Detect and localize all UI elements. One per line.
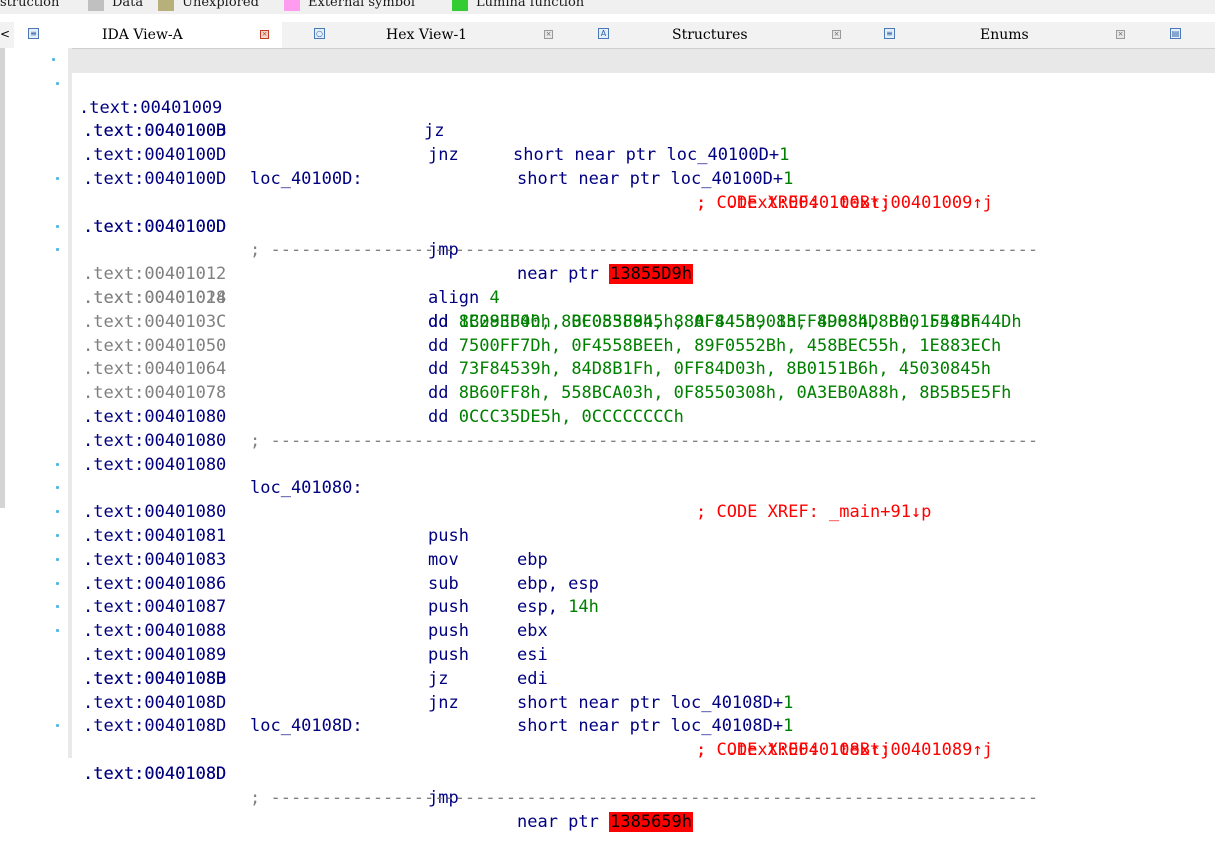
legend-data-label: Data — [112, 0, 144, 10]
listing-row[interactable]: .text:00401083 sub esp, 14h — [56, 501, 1215, 617]
listing-row[interactable]: .text:0040100D — [72, 97, 1215, 141]
tab-enums[interactable]: ≡ Enums × — [874, 22, 1144, 48]
legend-instruction-label: struction — [0, 0, 60, 10]
listing-row[interactable]: .text:00401089 jz short near ptr loc_401… — [56, 596, 1215, 713]
listing-row[interactable]: .text:00401050 dd 73F84539h, 84D8B1Fh, 0… — [72, 311, 1215, 380]
tab-label: IDA View-A — [102, 27, 183, 43]
listing-row[interactable]: .text:0040108D — [72, 644, 1215, 689]
listing-row[interactable]: .text:00401087 push esi — [56, 549, 1215, 665]
tab-ida-view-a[interactable]: ≡ IDA View-A × — [14, 22, 282, 48]
breakpoint-dot — [52, 58, 55, 61]
legend-lumina-label: Lumina function — [476, 0, 585, 10]
listing-row[interactable]: .text:0040100D loc_40100D: ; CODE XREF: … — [72, 120, 1215, 213]
legend-unexplored-swatch — [158, 0, 174, 11]
listing-row[interactable]: .text:00401014 dd 8B09EB00h, 0C083F845h,… — [56, 239, 1215, 332]
breakpoint-dot — [56, 557, 59, 561]
listing-row[interactable]: .text:00401088 push edi — [56, 573, 1215, 689]
imports-icon: ▤ — [1170, 28, 1181, 39]
breakpoint-dot — [56, 629, 59, 633]
ida-view-icon: ≡ — [28, 28, 39, 39]
listing-row[interactable]: .text:00401009 jz short near ptr loc_401… — [52, 49, 1215, 165]
listing-row[interactable]: .text:00401028 dd 1C283F4h, 8BF05589h, 8… — [72, 263, 1215, 332]
listing-row[interactable]: .text:0040100D ; .text:0040100B↑j — [72, 144, 1215, 213]
tab-scroll-left-icon[interactable]: < — [0, 22, 10, 48]
operand-text: near ptr — [517, 811, 610, 832]
legend-external-label: External symbol — [308, 0, 416, 10]
breakpoint-dot — [56, 510, 59, 514]
tab-bar: ≡ IDA View-A × ○ Hex View-1 × A Structur… — [0, 22, 1215, 49]
listing-row[interactable]: .text:00401086 push ebx — [56, 525, 1215, 641]
tab-hex-view-1[interactable]: ○ Hex View-1 × — [300, 22, 570, 48]
legend-external-swatch — [284, 0, 300, 11]
tab-label: Hex View-1 — [386, 27, 468, 43]
breakpoint-dot — [56, 176, 59, 180]
listing-row[interactable]: .text:0040100D jmp near ptr 13855D9h — [56, 168, 1215, 285]
listing-row[interactable]: .text:00401080 loc_401080: ; CODE XREF: … — [72, 430, 1215, 523]
tab-structures[interactable]: A Structures × — [588, 22, 860, 48]
close-icon[interactable]: × — [1116, 30, 1125, 39]
breakpoint-dot — [56, 81, 59, 85]
legend-bar: struction Data Unexplored External symbo… — [0, 0, 1215, 14]
disassembly-listing[interactable]: .text:00401009 jz short near ptr loc_401… — [52, 49, 1215, 832]
separator-line: ; --------------------------------------… — [250, 787, 1039, 808]
listing-row[interactable]: .text:00401012 align 4 — [56, 216, 1215, 308]
legend-unexplored-label: Unexplored — [182, 0, 259, 10]
close-icon[interactable]: × — [544, 30, 553, 39]
tab-label: Enums — [980, 27, 1029, 43]
structures-icon: A — [598, 28, 609, 39]
listing-row[interactable]: .text:00401064 dd 8B60FF8h, 558BCA03h, 0… — [72, 335, 1215, 403]
listing-row[interactable]: .text:00401081 mov ebp, esp — [56, 477, 1215, 594]
breakpoint-dot — [56, 581, 59, 585]
listing-row[interactable]: .text:00401078 dd 0CCC35DE5h, 0CCCCCCCCh — [72, 358, 1215, 427]
invalid-target-highlight[interactable]: 1385659h — [609, 811, 694, 832]
listing-row[interactable]: .text:0040108D loc_40108D: ; CODE XREF: … — [72, 668, 1215, 761]
close-icon[interactable]: × — [832, 30, 841, 39]
close-icon[interactable]: × — [260, 30, 269, 39]
listing-row[interactable]: .text:00401080 push ebp — [56, 454, 1215, 570]
listing-row[interactable]: .text:0040108D jmp near ptr 1385659h — [56, 715, 1215, 832]
listing-row[interactable]: .text:00401080 ; -----------------------… — [72, 382, 1215, 451]
tab-overflow[interactable]: ▤ — [1158, 22, 1215, 48]
legend-lumina-swatch — [452, 0, 468, 11]
enums-icon: ≡ — [884, 28, 895, 39]
listing-row[interactable]: .text:00401080 — [72, 406, 1215, 451]
address: .text:0040108D — [83, 763, 227, 784]
listing-row[interactable]: .text:0040100B jnz short near ptr loc_40… — [56, 73, 1215, 189]
listing-row[interactable]: .text:0040100D ; -----------------------… — [72, 192, 1215, 261]
breakpoint-dot — [56, 462, 59, 466]
tab-label: Structures — [672, 27, 748, 43]
listing-row[interactable]: .text:0040108D ; -----------------------… — [72, 739, 1215, 808]
operands: near ptr 1385659h — [517, 811, 694, 835]
listing-row[interactable]: .text:0040108B jnz short near ptr loc_40… — [56, 620, 1215, 736]
listing-row[interactable]: .text:0040103C dd 7500FF7Dh, 0F4558BEEh,… — [72, 287, 1215, 356]
arrows-gutter — [5, 48, 68, 758]
breakpoint-dot — [56, 533, 59, 537]
hex-view-icon: ○ — [314, 28, 325, 39]
breakpoint-dot — [56, 224, 59, 228]
legend-data-swatch — [88, 0, 104, 11]
listing-row[interactable]: .text:0040108D ; .text:0040108B↑j — [72, 692, 1215, 760]
